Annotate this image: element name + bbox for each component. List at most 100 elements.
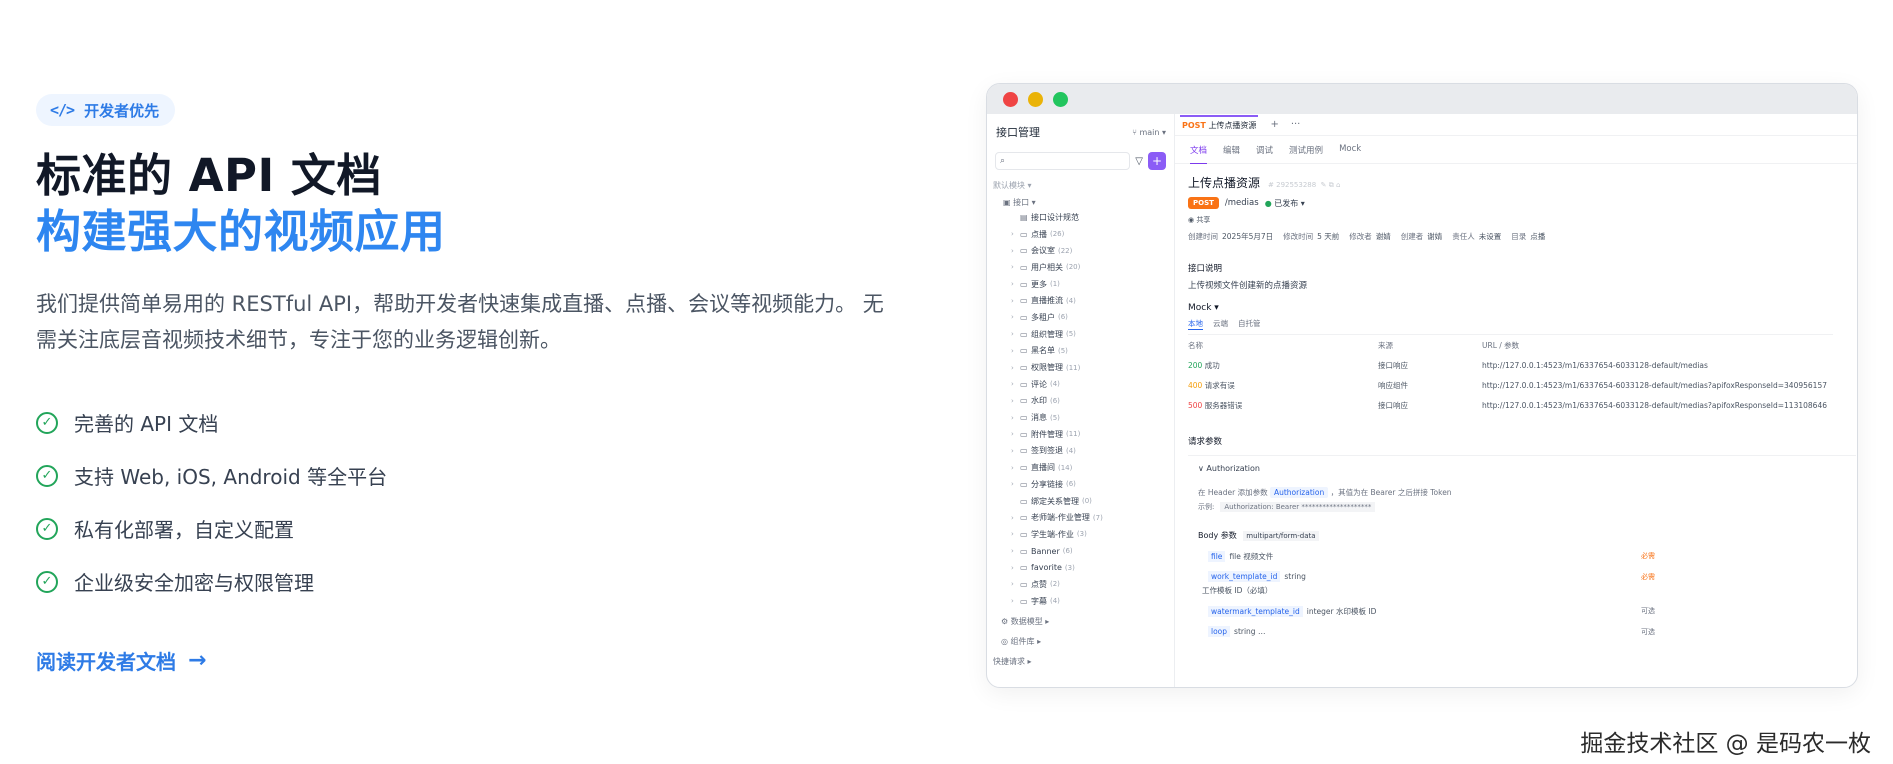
tree-item[interactable]: › ▭ 多租户 (6) bbox=[987, 309, 1174, 326]
subtab-doc[interactable]: 文档 bbox=[1190, 144, 1208, 164]
tree-item[interactable]: › ▭ 会议室 (22) bbox=[987, 242, 1174, 259]
tree-item[interactable]: › ▭ 学生端-作业 (3) bbox=[987, 526, 1174, 543]
tree-item-count: (3) bbox=[1064, 563, 1075, 572]
status-badge[interactable]: ● 已发布 ▾ bbox=[1265, 198, 1305, 209]
filter-icon[interactable]: ▽ bbox=[1135, 156, 1143, 167]
tree-item-count: (22) bbox=[1058, 246, 1073, 255]
tab-method: POST bbox=[1182, 121, 1206, 130]
check-circle-icon: ✓ bbox=[36, 570, 58, 593]
tree-item-count: (20) bbox=[1066, 263, 1081, 272]
read-docs-link[interactable]: 阅读开发者文档 → bbox=[36, 646, 206, 675]
more-icon[interactable]: ··· bbox=[1291, 119, 1301, 130]
meta-value: 点播 bbox=[1530, 232, 1546, 241]
mock-row[interactable]: 400 请求有误 响应组件 http://127.0.0.1:4523/m1/633… bbox=[1188, 375, 1833, 395]
param-desc: 视频文件 bbox=[1243, 552, 1274, 561]
tree-item[interactable]: › ▭ 权限管理 (11) bbox=[987, 359, 1174, 376]
tree-item[interactable]: › ▭ 直播推流 (4) bbox=[987, 292, 1174, 309]
mock-url-cell: http://127.0.0.1:4523/m1/6337654-6033128… bbox=[1482, 380, 1827, 390]
tree-item-count: (0) bbox=[1082, 497, 1092, 506]
tree-item[interactable]: › ▭ 组织管理 (5) bbox=[987, 326, 1174, 343]
folder-icon: ▭ bbox=[1020, 463, 1028, 473]
branch-selector[interactable]: ⑂ main ▾ bbox=[1132, 128, 1166, 137]
param-required: 必需 bbox=[1641, 573, 1655, 581]
subtab-mock[interactable]: Mock bbox=[1339, 144, 1361, 163]
tree-item-label: Banner bbox=[1031, 546, 1060, 556]
tree-item[interactable]: › ▭ 点赞 (2) bbox=[987, 576, 1174, 593]
mock-tab-local[interactable]: 本地 bbox=[1188, 318, 1203, 330]
auth-example-value: Authorization: Bearer ******************… bbox=[1220, 502, 1376, 512]
tree-item[interactable]: ▭ 绑定关系管理 (0) bbox=[987, 493, 1174, 510]
tree-item-label: 组织管理 bbox=[1031, 329, 1063, 339]
folder-icon: ▭ bbox=[1020, 396, 1028, 406]
sidebar-item-component-lib[interactable]: ◎ 组件库 ▸ bbox=[987, 630, 1174, 650]
tree-item[interactable]: › ▭ Banner (6) bbox=[987, 543, 1174, 560]
tree-item-count: (14) bbox=[1058, 463, 1073, 472]
tree-item[interactable]: › ▭ 评论 (4) bbox=[987, 376, 1174, 393]
tree-item-count: (6) bbox=[1058, 313, 1068, 322]
tree-item[interactable]: › ▭ 水印 (6) bbox=[987, 393, 1174, 410]
mock-row[interactable]: 200 成功 接口响应 http://127.0.0.1:4523/m1/63376… bbox=[1188, 355, 1833, 375]
module-selector[interactable]: 默认模块 ▾ bbox=[987, 174, 1174, 193]
folder-icon: ▭ bbox=[1020, 312, 1028, 322]
meta-item: 目录 点播 bbox=[1511, 231, 1545, 242]
folder-icon: ▭ bbox=[1020, 379, 1028, 389]
tree-item[interactable]: › ▭ 老师端-作业管理 (7) bbox=[987, 509, 1174, 526]
api-doc-panel: POST 上传点播资源 + ··· 文档 编辑 调试 测试用例 Mock 上传点… bbox=[1175, 114, 1857, 687]
folder-icon: ▭ bbox=[1020, 262, 1028, 272]
tree-item[interactable]: › ▭ 字幕 (4) bbox=[987, 593, 1174, 610]
tree-item[interactable]: ▤ 接口设计规范 bbox=[987, 209, 1174, 226]
mock-row[interactable]: 500 服务器错误 接口响应 http://127.0.0.1:4523/m1/63… bbox=[1188, 395, 1833, 415]
add-button[interactable]: + bbox=[1148, 152, 1166, 170]
subtab-debug[interactable]: 调试 bbox=[1256, 144, 1273, 163]
doc-content: 上传点播资源 # 292553288 ✎ ⧉ ⌂ POST /medias ● … bbox=[1175, 164, 1857, 637]
mock-code: 500 bbox=[1188, 400, 1203, 410]
chevron-right-icon: › bbox=[1011, 547, 1014, 556]
tree-item[interactable]: › ▭ 用户相关 (20) bbox=[987, 259, 1174, 276]
share-row: ◉ 共享 bbox=[1188, 215, 1857, 225]
mock-tab-cloud[interactable]: 云端 bbox=[1213, 318, 1228, 330]
code-icon: </> bbox=[50, 101, 75, 119]
new-tab-icon[interactable]: + bbox=[1270, 119, 1278, 130]
chevron-right-icon: › bbox=[1011, 430, 1014, 439]
desc-heading: 接口说明 bbox=[1188, 264, 1223, 274]
auth-example-label: 示例: bbox=[1198, 503, 1215, 511]
auth-header[interactable]: ∨ Authorization bbox=[1198, 464, 1856, 473]
mock-url-cell: http://127.0.0.1:4523/m1/6337654-6033128… bbox=[1482, 400, 1827, 410]
tree-item[interactable]: › ▭ favorite (3) bbox=[987, 559, 1174, 576]
chevron-right-icon: › bbox=[1011, 363, 1014, 372]
hero-description: 我们提供简单易用的 RESTful API，帮助开发者快速集成直播、点播、会议等… bbox=[36, 292, 884, 352]
tree-item[interactable]: › ▭ 直播间 (14) bbox=[987, 459, 1174, 476]
tree-item[interactable]: › ▭ 点播 (26) bbox=[987, 226, 1174, 243]
sidebar-item-data-model[interactable]: ⚙ 数据模型 ▸ bbox=[987, 610, 1174, 630]
window-titlebar bbox=[987, 84, 1857, 114]
folder-icon: ▭ bbox=[1020, 496, 1028, 506]
tree-item[interactable]: › ▭ 签到签退 (4) bbox=[987, 443, 1174, 460]
mock-name-cell: 200 成功 bbox=[1188, 355, 1378, 375]
status-label: 已发布 bbox=[1274, 198, 1299, 208]
mock-tab-self-hosted[interactable]: 自托管 bbox=[1238, 318, 1261, 330]
chevron-right-icon: › bbox=[1011, 246, 1014, 255]
mock-table-header: 名称 来源 URL / 参数 bbox=[1188, 334, 1833, 355]
tree-item-label: 点赞 bbox=[1031, 579, 1047, 589]
subtab-test-cases[interactable]: 测试用例 bbox=[1289, 144, 1323, 163]
tree-item[interactable]: › ▭ 黑名单 (5) bbox=[987, 343, 1174, 360]
tree-root[interactable]: ▣ 接口 ▾ bbox=[987, 193, 1174, 209]
tree-item[interactable]: › ▭ 分享链接 (6) bbox=[987, 476, 1174, 493]
param-type: integer bbox=[1306, 607, 1334, 616]
tree-item[interactable]: › ▭ 消息 (5) bbox=[987, 409, 1174, 426]
api-id-value: 292553288 bbox=[1276, 181, 1317, 189]
sidebar-item-quick-request[interactable]: 快捷请求 ▸ bbox=[987, 650, 1174, 670]
feature-label: 完善的 API 文档 bbox=[74, 412, 219, 436]
chevron-right-icon: › bbox=[1011, 597, 1014, 606]
folder-icon: ▭ bbox=[1020, 413, 1028, 423]
component-icon: ◎ bbox=[1001, 636, 1008, 646]
tab-upload-vod[interactable]: POST 上传点播资源 bbox=[1180, 115, 1259, 134]
mock-name-cell: 400 请求有误 bbox=[1188, 375, 1378, 395]
tree-item[interactable]: › ▭ 更多 (1) bbox=[987, 276, 1174, 293]
subtab-edit[interactable]: 编辑 bbox=[1223, 144, 1240, 163]
sidebar-search-input[interactable]: ⌕ bbox=[995, 152, 1131, 170]
chevron-right-icon: › bbox=[1011, 463, 1014, 472]
tree-item-label: 直播间 bbox=[1031, 463, 1055, 473]
mock-source-cell: 接口响应 bbox=[1378, 360, 1408, 370]
tree-item[interactable]: › ▭ 附件管理 (11) bbox=[987, 426, 1174, 443]
